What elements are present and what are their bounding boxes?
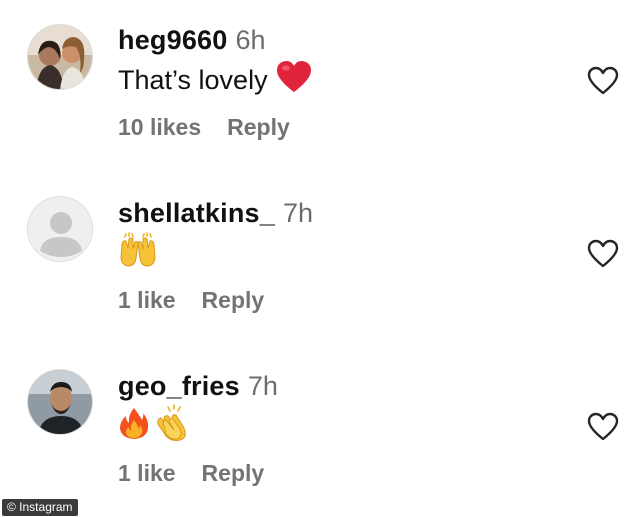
red-heart-emoji-icon [276,60,312,101]
comment-item: shellatkins_ 7h 1 like Reply [0,173,634,333]
clapping-hands-emoji-icon [152,403,192,449]
timestamp: 7h [247,371,278,401]
comment-header: shellatkins_ 7h [118,195,313,231]
instagram-watermark: © Instagram [2,499,78,516]
comment-text [118,231,158,275]
reply-button[interactable]: Reply [202,287,265,313]
comment-item: heg9660 6h That’s lovely 10 likes Reply [0,0,634,160]
comment-item: geo_fries 7h 1 like Reply [0,346,634,506]
likes-count[interactable]: 1 like [118,460,176,486]
avatar[interactable] [27,369,93,435]
raising-hands-emoji-icon [118,231,158,275]
likes-count[interactable]: 10 likes [118,114,201,140]
comment-actions: 1 like Reply [118,285,264,315]
comment-header: geo_fries 7h [118,368,278,404]
username[interactable]: shellatkins_ [118,198,275,228]
comment-actions: 1 like Reply [118,458,264,488]
reply-button[interactable]: Reply [227,114,290,140]
comment-actions: 10 likes Reply [118,112,290,142]
like-heart-icon[interactable] [586,64,620,98]
username[interactable]: geo_fries [118,371,240,401]
likes-count[interactable]: 1 like [118,287,176,313]
like-heart-icon[interactable] [586,237,620,271]
comment-text [118,403,192,449]
comment-body: That’s lovely [118,64,268,95]
username[interactable]: heg9660 [118,25,227,55]
avatar[interactable] [27,196,93,262]
comment-header: heg9660 6h [118,22,266,58]
timestamp: 7h [282,198,314,228]
avatar[interactable] [27,24,93,90]
reply-button[interactable]: Reply [202,460,265,486]
like-heart-icon[interactable] [586,410,620,444]
timestamp: 6h [235,25,266,55]
comment-text: That’s lovely [118,60,312,100]
fire-emoji-icon [118,406,150,447]
